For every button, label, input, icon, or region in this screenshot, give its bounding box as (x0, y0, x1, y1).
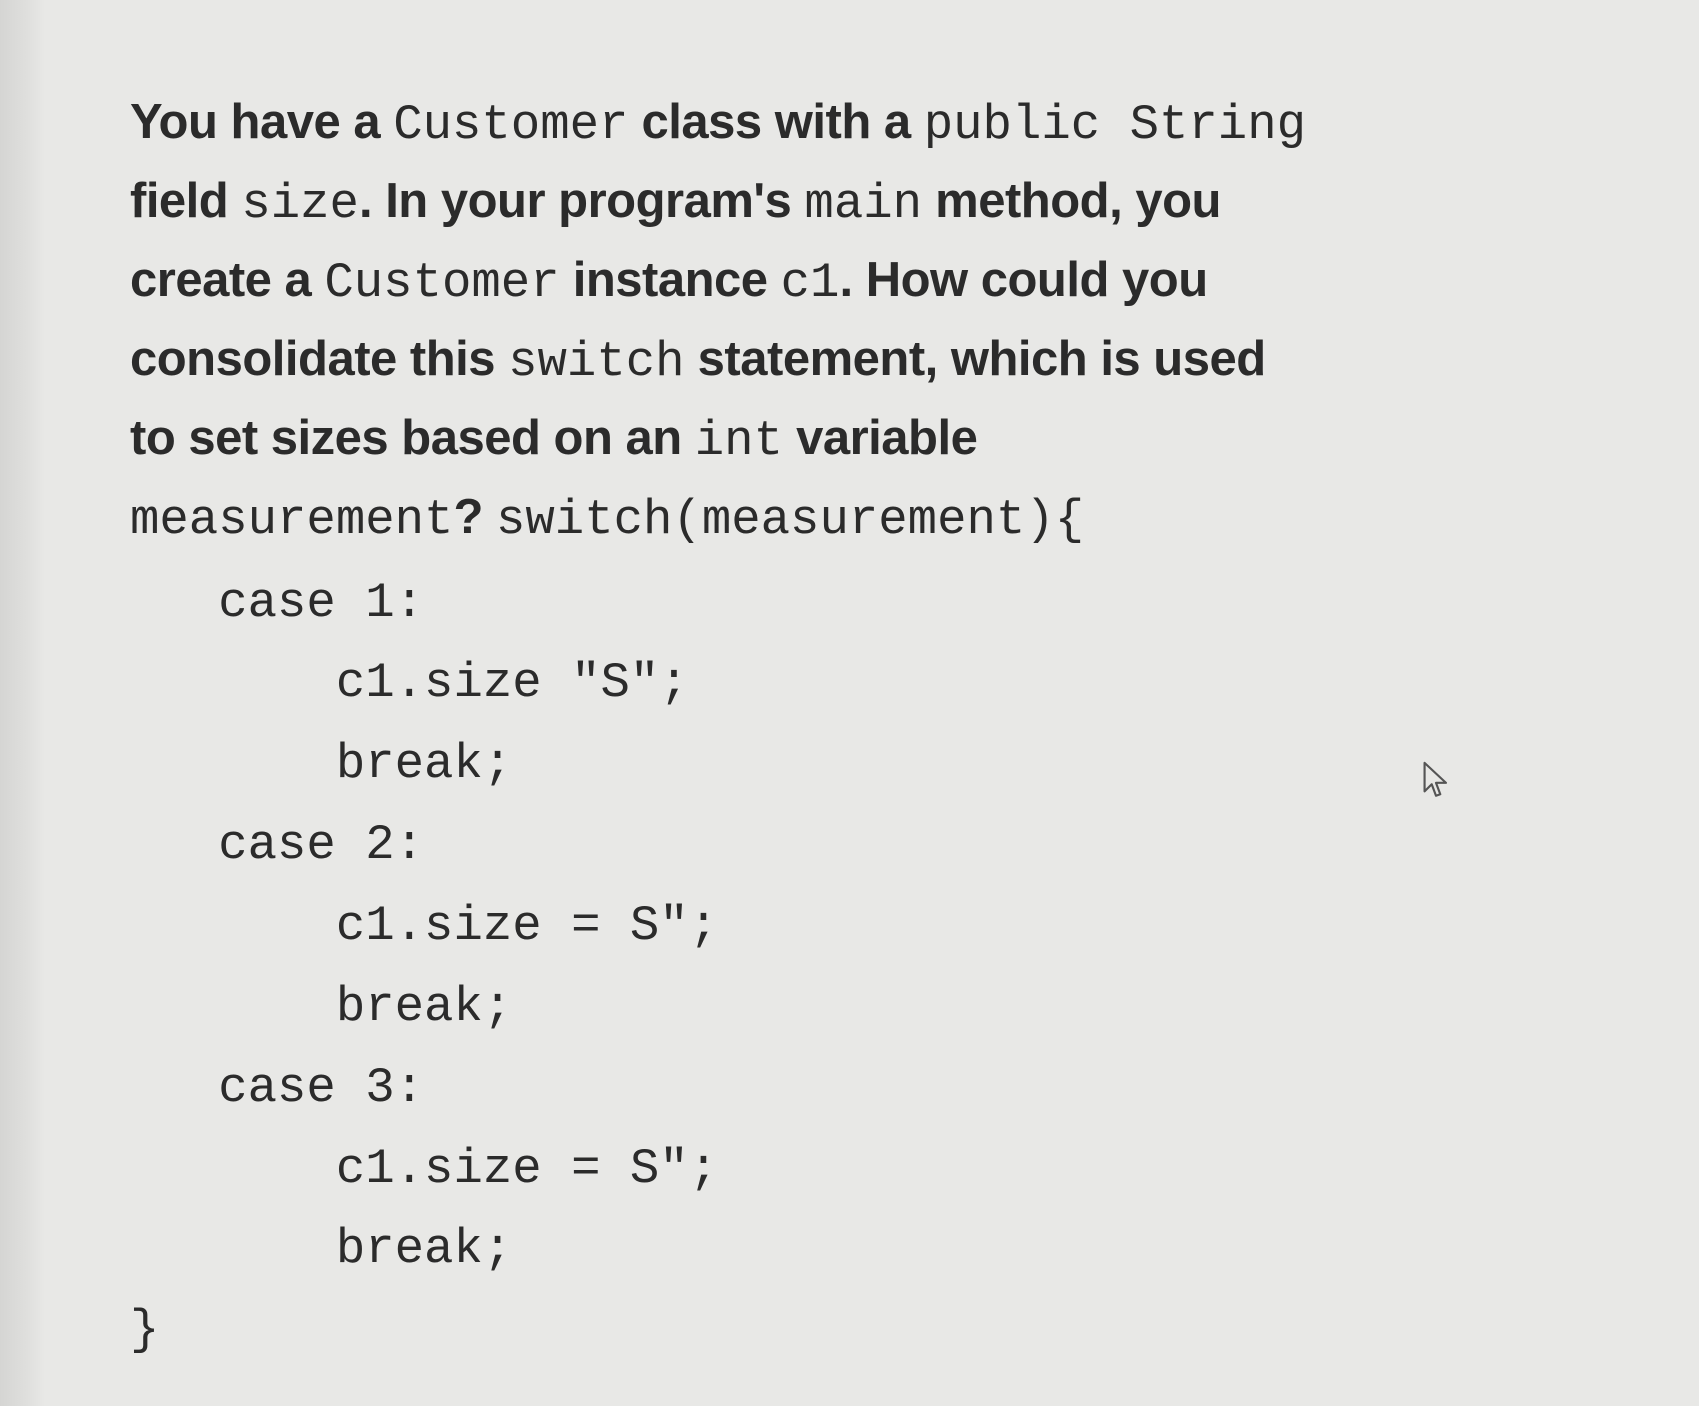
text-fragment: instance (560, 253, 781, 307)
code-line: break; (130, 1221, 512, 1277)
code-line: } (130, 1302, 159, 1358)
text-fragment: . In your program's (359, 174, 804, 228)
text-fragment: variable (783, 411, 977, 465)
text-fragment: You have a (130, 95, 393, 149)
code-inline: main (804, 176, 922, 232)
page-left-edge (0, 0, 45, 1406)
text-fragment: field (130, 174, 241, 228)
text-fragment: class with a (628, 95, 923, 149)
text-fragment: ? (453, 490, 496, 544)
question-content: You have a Customer class with a public … (130, 85, 1629, 1371)
code-line: case 1: (130, 575, 424, 631)
code-block: case 1: c1.size "S"; break; case 2: c1.s… (130, 563, 1629, 1371)
code-line: c1.size = S"; (130, 1141, 718, 1197)
code-line: c1.size = S"; (130, 898, 718, 954)
code-inline: Customer (324, 255, 559, 311)
text-fragment: method, you (922, 174, 1221, 228)
code-inline: int (695, 413, 783, 469)
code-inline: Customer (393, 97, 628, 153)
text-fragment: . How could you (839, 253, 1207, 307)
code-line: break; (130, 736, 512, 792)
code-inline: c1 (781, 255, 840, 311)
text-fragment: consolidate this (130, 332, 508, 386)
text-fragment: statement, which is used (685, 332, 1266, 386)
code-inline: switch(measurement){ (496, 492, 1084, 548)
code-inline: size (241, 176, 359, 232)
text-fragment: create a (130, 253, 324, 307)
code-inline: switch (508, 334, 684, 390)
code-line: case 3: (130, 1060, 424, 1116)
question-paragraph: You have a Customer class with a public … (130, 85, 1629, 559)
code-line: break; (130, 979, 512, 1035)
text-fragment: to set sizes based on an (130, 411, 695, 465)
code-inline: public String (924, 97, 1306, 153)
code-inline: measurement (130, 492, 453, 548)
code-line: case 2: (130, 817, 424, 873)
code-line: c1.size "S"; (130, 655, 689, 711)
